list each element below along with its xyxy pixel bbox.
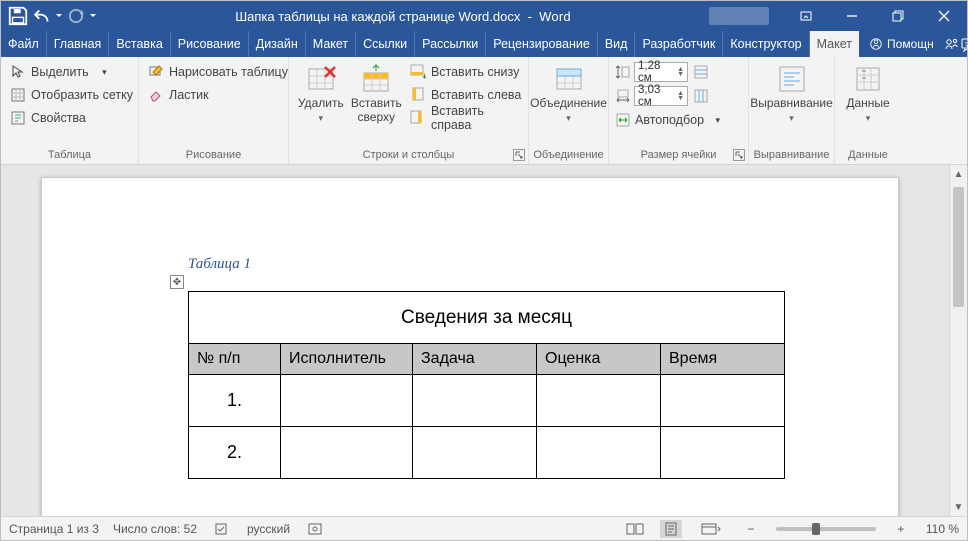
undo-dropdown-icon[interactable] xyxy=(55,5,63,27)
insert-right-button[interactable]: Вставить справа xyxy=(410,107,522,129)
web-layout-icon[interactable] xyxy=(696,520,726,538)
th-np[interactable]: № п/п xyxy=(189,344,281,375)
cellsize-dialog-launcher[interactable] xyxy=(733,149,745,161)
group-rc-label: Строки и столбцы xyxy=(363,149,455,161)
doc-name: Шапка таблицы на каждой странице Word.do… xyxy=(235,9,520,24)
qat-customize-icon[interactable] xyxy=(89,5,97,27)
scroll-down-icon[interactable]: ▼ xyxy=(950,498,967,516)
document-area: Таблица 1 ✥ Сведения за месяц № п/п Испо… xyxy=(1,165,967,516)
tab-design[interactable]: Дизайн xyxy=(249,31,306,57)
tab-insert[interactable]: Вставка xyxy=(109,31,170,57)
zoom-out-icon[interactable]: − xyxy=(740,520,762,538)
cell-num[interactable]: 1. xyxy=(189,375,281,427)
share-icon[interactable] xyxy=(944,31,960,57)
th-executor[interactable]: Исполнитель xyxy=(281,344,413,375)
tab-table-layout[interactable]: Макет xyxy=(810,31,859,57)
insert-above-button[interactable]: Вставитьсверху xyxy=(347,61,406,147)
autofit-button[interactable]: Автоподбор ▾ xyxy=(615,109,720,131)
redo-icon[interactable] xyxy=(65,5,87,27)
tell-me[interactable]: Помощн xyxy=(859,31,944,57)
group-cellsize-label: Размер ячейки xyxy=(641,149,717,161)
status-words[interactable]: Число слов: 52 xyxy=(113,522,197,536)
tab-draw[interactable]: Рисование xyxy=(171,31,249,57)
restore-icon[interactable] xyxy=(875,1,921,31)
tab-view[interactable]: Вид xyxy=(598,31,636,57)
insert-left-button[interactable]: Вставить слева xyxy=(410,84,522,106)
feedback-icon[interactable] xyxy=(960,31,968,57)
ribbon: Выделить ▾ Отобразить сетку Свойства Таб… xyxy=(1,57,967,165)
data-button[interactable]: Данные▾ xyxy=(842,61,893,147)
tab-developer[interactable]: Разработчик xyxy=(635,31,723,57)
status-bar: Страница 1 из 3 Число слов: 52 русский −… xyxy=(1,516,967,540)
page[interactable]: Таблица 1 ✥ Сведения за месяц № п/п Испо… xyxy=(41,177,899,516)
quick-access-toolbar xyxy=(1,5,97,27)
table-move-handle-icon[interactable]: ✥ xyxy=(170,275,184,289)
scroll-up-icon[interactable]: ▲ xyxy=(950,165,967,183)
cell-num[interactable]: 2. xyxy=(189,427,281,479)
title-bar: Шапка таблицы на каждой странице Word.do… xyxy=(1,1,967,31)
distribute-cols-icon[interactable] xyxy=(691,86,711,106)
vertical-scrollbar[interactable]: ▲ ▼ xyxy=(949,165,967,516)
tell-me-label: Помощн xyxy=(887,37,934,51)
zoom-level[interactable]: 110 % xyxy=(926,522,959,536)
user-badge[interactable] xyxy=(709,7,769,25)
table-caption[interactable]: Таблица 1 xyxy=(188,256,898,273)
window-title: Шапка таблицы на каждой странице Word.do… xyxy=(97,9,709,24)
ribbon-tabs: Файл Главная Вставка Рисование Дизайн Ма… xyxy=(1,31,967,57)
group-merge-label: Объединение xyxy=(529,147,608,164)
group-table-label: Таблица xyxy=(1,147,138,164)
document-table[interactable]: Сведения за месяц № п/п Исполнитель Зада… xyxy=(188,291,785,479)
th-task[interactable]: Задача xyxy=(413,344,537,375)
distribute-rows-icon[interactable] xyxy=(691,62,711,82)
group-drawing-label: Рисование xyxy=(139,147,288,164)
tab-table-design[interactable]: Конструктор xyxy=(723,31,809,57)
tab-references[interactable]: Ссылки xyxy=(356,31,415,57)
close-icon[interactable] xyxy=(921,1,967,31)
properties-button[interactable]: Свойства xyxy=(7,107,136,129)
row-height-input[interactable]: 1,28 см▲▼ xyxy=(634,62,688,82)
merge-button[interactable]: Объединение▾ xyxy=(535,61,602,147)
app-name: Word xyxy=(539,9,571,24)
undo-icon[interactable] xyxy=(31,5,53,27)
macro-icon[interactable] xyxy=(304,520,326,538)
select-button[interactable]: Выделить ▾ xyxy=(7,61,136,83)
zoom-slider[interactable] xyxy=(776,527,876,531)
status-page[interactable]: Страница 1 из 3 xyxy=(9,522,99,536)
tab-review[interactable]: Рецензирование xyxy=(486,31,598,57)
print-layout-icon[interactable] xyxy=(660,520,682,538)
eraser-button[interactable]: Ластик xyxy=(145,84,291,106)
tab-mailings[interactable]: Рассылки xyxy=(415,31,486,57)
spellcheck-icon[interactable] xyxy=(211,520,233,538)
read-mode-icon[interactable] xyxy=(624,520,646,538)
group-data-label: Данные xyxy=(835,147,901,164)
scrollbar-thumb[interactable] xyxy=(953,187,964,307)
status-language[interactable]: русский xyxy=(247,522,290,536)
draw-table-button[interactable]: Нарисовать таблицу xyxy=(145,61,291,83)
table-title-cell[interactable]: Сведения за месяц xyxy=(189,292,785,344)
group-align-label: Выравнивание xyxy=(749,147,834,164)
minimize-icon[interactable] xyxy=(829,1,875,31)
alignment-button[interactable]: Выравнивание▾ xyxy=(755,61,828,147)
th-grade[interactable]: Оценка xyxy=(537,344,661,375)
zoom-in-icon[interactable]: + xyxy=(890,520,912,538)
ribbon-display-icon[interactable] xyxy=(783,1,829,31)
delete-button[interactable]: Удалить▾ xyxy=(295,61,347,147)
tab-home[interactable]: Главная xyxy=(47,31,110,57)
insert-below-button[interactable]: Вставить снизу xyxy=(410,61,522,83)
show-gridlines-button[interactable]: Отобразить сетку xyxy=(7,84,136,106)
save-icon[interactable] xyxy=(7,5,29,27)
tab-layout[interactable]: Макет xyxy=(306,31,356,57)
th-time[interactable]: Время xyxy=(661,344,785,375)
rc-dialog-launcher[interactable] xyxy=(513,149,525,161)
col-width-input[interactable]: 3,03 см▲▼ xyxy=(634,86,688,106)
tab-file[interactable]: Файл xyxy=(1,31,47,57)
